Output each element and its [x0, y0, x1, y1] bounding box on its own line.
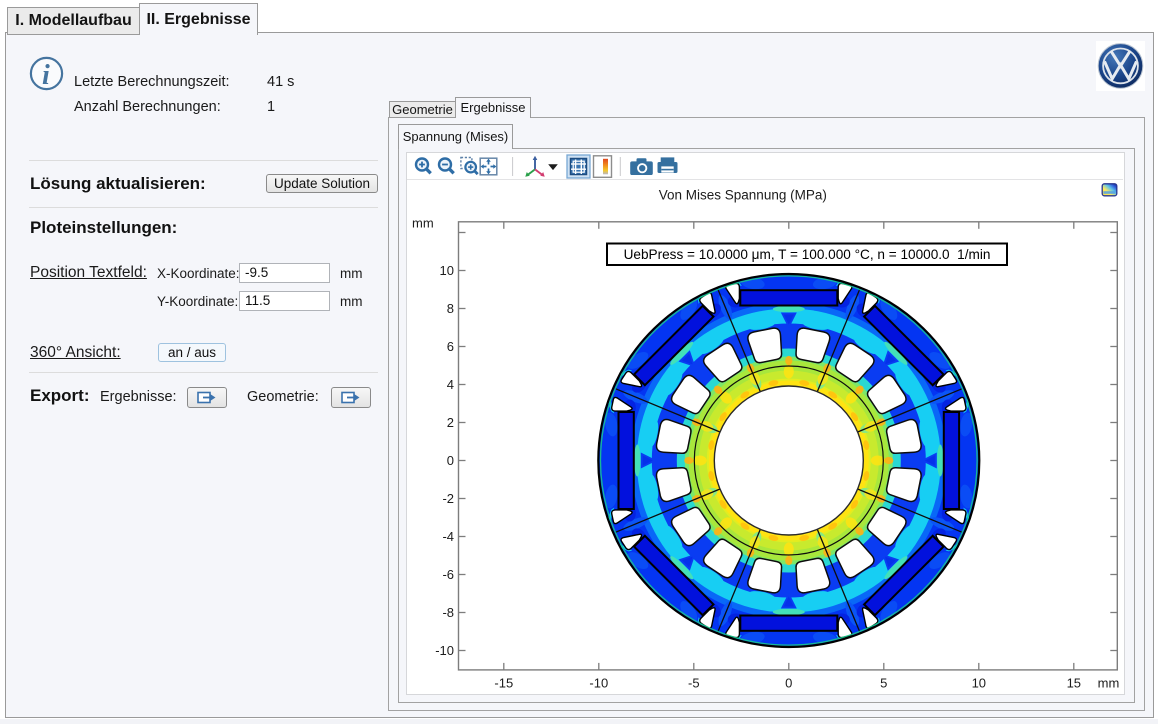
svg-text:Von Mises Spannung (MPa): Von Mises Spannung (MPa) — [659, 188, 827, 203]
svg-text:-10: -10 — [435, 643, 454, 658]
svg-text:10: 10 — [440, 263, 454, 278]
svg-text:10: 10 — [972, 676, 986, 691]
svg-text:-10: -10 — [589, 676, 608, 691]
svg-text:-8: -8 — [442, 605, 454, 620]
svg-text:8: 8 — [447, 301, 454, 316]
svg-text:0: 0 — [785, 676, 792, 691]
svg-text:mm: mm — [412, 216, 434, 231]
svg-text:mm: mm — [1098, 676, 1120, 691]
svg-text:4: 4 — [447, 377, 454, 392]
svg-text:5: 5 — [880, 676, 887, 691]
svg-text:-5: -5 — [688, 676, 700, 691]
svg-text:i: i — [42, 60, 50, 91]
svg-text:-2: -2 — [442, 491, 454, 506]
svg-text:2: 2 — [447, 415, 454, 430]
svg-text:-4: -4 — [442, 529, 454, 544]
svg-text:15: 15 — [1067, 676, 1081, 691]
svg-text:UebPress = 10.0000 μm, T = 100: UebPress = 10.0000 μm, T = 100.000 °C, n… — [624, 247, 991, 262]
svg-text:0: 0 — [447, 453, 454, 468]
svg-text:6: 6 — [447, 339, 454, 354]
svg-text:-6: -6 — [442, 567, 454, 582]
svg-text:-15: -15 — [494, 676, 513, 691]
